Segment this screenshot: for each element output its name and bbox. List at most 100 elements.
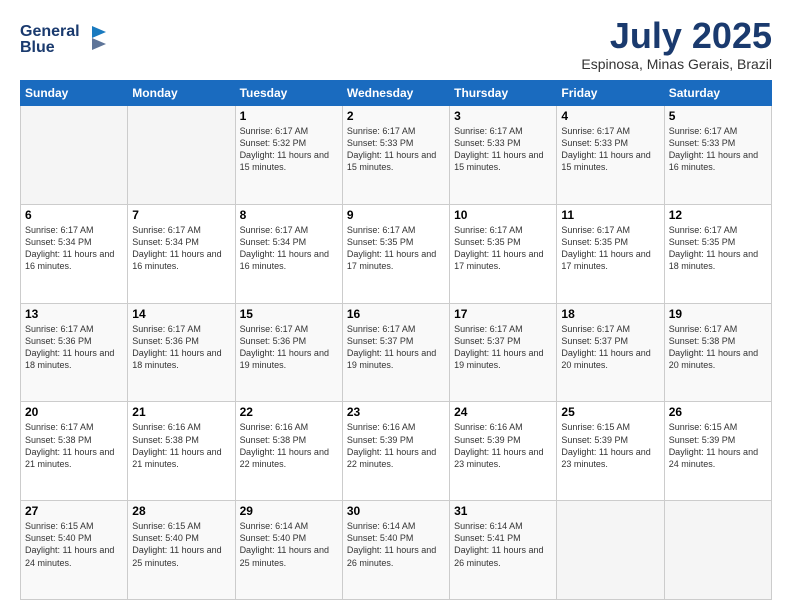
calendar-cell: 17 Sunrise: 6:17 AMSunset: 5:37 PMDayligh… bbox=[450, 303, 557, 402]
calendar-cell bbox=[557, 501, 664, 600]
cell-content: Sunrise: 6:16 AMSunset: 5:38 PMDaylight:… bbox=[240, 421, 338, 470]
day-header-wednesday: Wednesday bbox=[342, 81, 449, 106]
calendar-cell: 1 Sunrise: 6:17 AMSunset: 5:32 PMDaylight… bbox=[235, 106, 342, 205]
calendar-week-row: 20Sunrise: 6:17 AMSunset: 5:38 PMDayligh… bbox=[21, 402, 772, 501]
cell-content: Sunrise: 6:17 AMSunset: 5:32 PMDaylight:… bbox=[240, 125, 338, 174]
cell-content: Sunrise: 6:16 AMSunset: 5:38 PMDaylight:… bbox=[132, 421, 230, 470]
cell-content: Sunrise: 6:17 AMSunset: 5:35 PMDaylight:… bbox=[454, 224, 552, 273]
day-number: 7 bbox=[132, 208, 230, 222]
calendar-cell: 26Sunrise: 6:15 AMSunset: 5:39 PMDayligh… bbox=[664, 402, 771, 501]
calendar-week-row: 6 Sunrise: 6:17 AMSunset: 5:34 PMDaylight… bbox=[21, 204, 772, 303]
calendar-cell: 3Sunrise: 6:17 AMSunset: 5:33 PMDaylight… bbox=[450, 106, 557, 205]
calendar-cell: 19 Sunrise: 6:17 AMSunset: 5:38 PMDayligh… bbox=[664, 303, 771, 402]
day-number: 8 bbox=[240, 208, 338, 222]
cell-content: Sunrise: 6:16 AMSunset: 5:39 PMDaylight:… bbox=[347, 421, 445, 470]
calendar-cell: 27Sunrise: 6:15 AMSunset: 5:40 PMDayligh… bbox=[21, 501, 128, 600]
day-number: 31 bbox=[454, 504, 552, 518]
cell-content: Sunrise: 6:17 AMSunset: 5:35 PMDaylight:… bbox=[347, 224, 445, 273]
day-number: 30 bbox=[347, 504, 445, 518]
day-number: 16 bbox=[347, 307, 445, 321]
day-number: 14 bbox=[132, 307, 230, 321]
day-number: 28 bbox=[132, 504, 230, 518]
calendar-page: General Blue July 2025 Espinosa, Minas G… bbox=[0, 0, 792, 612]
day-header-tuesday: Tuesday bbox=[235, 81, 342, 106]
day-number: 29 bbox=[240, 504, 338, 518]
calendar-cell: 18 Sunrise: 6:17 AMSunset: 5:37 PMDayligh… bbox=[557, 303, 664, 402]
day-number: 12 bbox=[669, 208, 767, 222]
calendar-cell: 10Sunrise: 6:17 AMSunset: 5:35 PMDayligh… bbox=[450, 204, 557, 303]
cell-content: Sunrise: 6:17 AMSunset: 5:33 PMDaylight:… bbox=[454, 125, 552, 174]
svg-text:Blue: Blue bbox=[20, 39, 55, 56]
calendar-cell: 9Sunrise: 6:17 AMSunset: 5:35 PMDaylight… bbox=[342, 204, 449, 303]
day-header-friday: Friday bbox=[557, 81, 664, 106]
location-subtitle: Espinosa, Minas Gerais, Brazil bbox=[581, 56, 772, 72]
cell-content: Sunrise: 6:14 AMSunset: 5:41 PMDaylight:… bbox=[454, 520, 552, 569]
cell-content: Sunrise: 6:17 AMSunset: 5:36 PMDaylight:… bbox=[240, 323, 338, 372]
cell-content: Sunrise: 6:17 AMSunset: 5:34 PMDaylight:… bbox=[132, 224, 230, 273]
calendar-cell: 4 Sunrise: 6:17 AMSunset: 5:33 PMDaylight… bbox=[557, 106, 664, 205]
calendar-cell: 15 Sunrise: 6:17 AMSunset: 5:36 PMDayligh… bbox=[235, 303, 342, 402]
calendar-cell: 30 Sunrise: 6:14 AMSunset: 5:40 PMDayligh… bbox=[342, 501, 449, 600]
day-number: 26 bbox=[669, 405, 767, 419]
cell-content: Sunrise: 6:17 AMSunset: 5:36 PMDaylight:… bbox=[25, 323, 123, 372]
day-number: 23 bbox=[347, 405, 445, 419]
cell-content: Sunrise: 6:17 AMSunset: 5:35 PMDaylight:… bbox=[669, 224, 767, 273]
svg-text:General: General bbox=[20, 23, 80, 40]
cell-content: Sunrise: 6:17 AMSunset: 5:33 PMDaylight:… bbox=[347, 125, 445, 174]
day-number: 13 bbox=[25, 307, 123, 321]
cell-content: Sunrise: 6:17 AMSunset: 5:37 PMDaylight:… bbox=[347, 323, 445, 372]
calendar-cell: 22 Sunrise: 6:16 AMSunset: 5:38 PMDayligh… bbox=[235, 402, 342, 501]
calendar-cell: 23 Sunrise: 6:16 AMSunset: 5:39 PMDayligh… bbox=[342, 402, 449, 501]
calendar-cell bbox=[21, 106, 128, 205]
day-number: 15 bbox=[240, 307, 338, 321]
calendar-cell: 6 Sunrise: 6:17 AMSunset: 5:34 PMDaylight… bbox=[21, 204, 128, 303]
day-number: 1 bbox=[240, 109, 338, 123]
calendar-cell: 29 Sunrise: 6:14 AMSunset: 5:40 PMDayligh… bbox=[235, 501, 342, 600]
day-number: 11 bbox=[561, 208, 659, 222]
cell-content: Sunrise: 6:17 AMSunset: 5:37 PMDaylight:… bbox=[454, 323, 552, 372]
day-number: 17 bbox=[454, 307, 552, 321]
cell-content: Sunrise: 6:17 AMSunset: 5:33 PMDaylight:… bbox=[561, 125, 659, 174]
calendar-cell: 24 Sunrise: 6:16 AMSunset: 5:39 PMDayligh… bbox=[450, 402, 557, 501]
cell-content: Sunrise: 6:17 AMSunset: 5:34 PMDaylight:… bbox=[25, 224, 123, 273]
calendar-cell: 11 Sunrise: 6:17 AMSunset: 5:35 PMDayligh… bbox=[557, 204, 664, 303]
cell-content: Sunrise: 6:15 AMSunset: 5:40 PMDaylight:… bbox=[25, 520, 123, 569]
calendar-cell bbox=[128, 106, 235, 205]
day-header-monday: Monday bbox=[128, 81, 235, 106]
calendar-cell: 7 Sunrise: 6:17 AMSunset: 5:34 PMDaylight… bbox=[128, 204, 235, 303]
calendar-cell: 14 Sunrise: 6:17 AMSunset: 5:36 PMDayligh… bbox=[128, 303, 235, 402]
cell-content: Sunrise: 6:15 AMSunset: 5:39 PMDaylight:… bbox=[561, 421, 659, 470]
cell-content: Sunrise: 6:17 AMSunset: 5:35 PMDaylight:… bbox=[561, 224, 659, 273]
calendar-cell: 8 Sunrise: 6:17 AMSunset: 5:34 PMDaylight… bbox=[235, 204, 342, 303]
day-number: 22 bbox=[240, 405, 338, 419]
calendar-cell bbox=[664, 501, 771, 600]
cell-content: Sunrise: 6:17 AMSunset: 5:36 PMDaylight:… bbox=[132, 323, 230, 372]
day-header-saturday: Saturday bbox=[664, 81, 771, 106]
calendar-cell: 20Sunrise: 6:17 AMSunset: 5:38 PMDayligh… bbox=[21, 402, 128, 501]
day-number: 5 bbox=[669, 109, 767, 123]
cell-content: Sunrise: 6:17 AMSunset: 5:37 PMDaylight:… bbox=[561, 323, 659, 372]
cell-content: Sunrise: 6:16 AMSunset: 5:39 PMDaylight:… bbox=[454, 421, 552, 470]
calendar-cell: 2Sunrise: 6:17 AMSunset: 5:33 PMDaylight… bbox=[342, 106, 449, 205]
day-number: 24 bbox=[454, 405, 552, 419]
day-header-thursday: Thursday bbox=[450, 81, 557, 106]
day-number: 4 bbox=[561, 109, 659, 123]
title-block: July 2025 Espinosa, Minas Gerais, Brazil bbox=[581, 18, 772, 72]
logo: General Blue bbox=[20, 18, 110, 63]
cell-content: Sunrise: 6:17 AMSunset: 5:38 PMDaylight:… bbox=[669, 323, 767, 372]
calendar-week-row: 27Sunrise: 6:15 AMSunset: 5:40 PMDayligh… bbox=[21, 501, 772, 600]
day-number: 20 bbox=[25, 405, 123, 419]
cell-content: Sunrise: 6:17 AMSunset: 5:34 PMDaylight:… bbox=[240, 224, 338, 273]
calendar-cell: 28Sunrise: 6:15 AMSunset: 5:40 PMDayligh… bbox=[128, 501, 235, 600]
cell-content: Sunrise: 6:14 AMSunset: 5:40 PMDaylight:… bbox=[347, 520, 445, 569]
day-header-sunday: Sunday bbox=[21, 81, 128, 106]
day-number: 21 bbox=[132, 405, 230, 419]
calendar-week-row: 1 Sunrise: 6:17 AMSunset: 5:32 PMDaylight… bbox=[21, 106, 772, 205]
calendar-week-row: 13 Sunrise: 6:17 AMSunset: 5:36 PMDayligh… bbox=[21, 303, 772, 402]
day-number: 19 bbox=[669, 307, 767, 321]
day-number: 18 bbox=[561, 307, 659, 321]
cell-content: Sunrise: 6:14 AMSunset: 5:40 PMDaylight:… bbox=[240, 520, 338, 569]
calendar-cell: 5Sunrise: 6:17 AMSunset: 5:33 PMDaylight… bbox=[664, 106, 771, 205]
day-number: 25 bbox=[561, 405, 659, 419]
day-number: 6 bbox=[25, 208, 123, 222]
